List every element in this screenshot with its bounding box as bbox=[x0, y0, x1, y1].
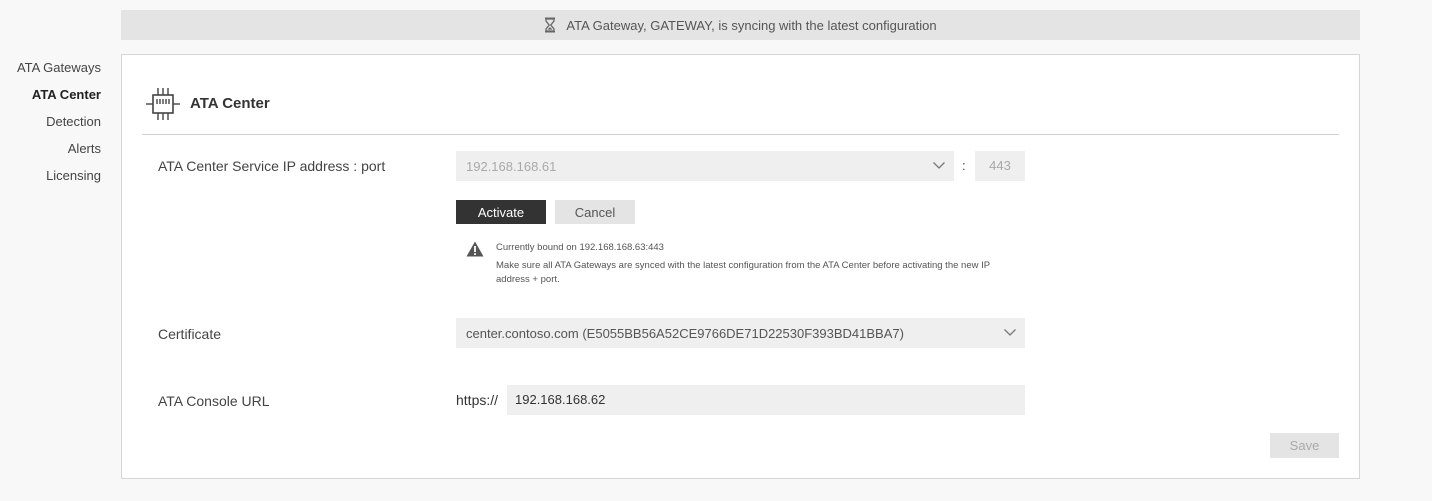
console-url-label: ATA Console URL bbox=[158, 393, 270, 409]
chevron-down-icon bbox=[932, 158, 946, 175]
save-button[interactable]: Save bbox=[1270, 433, 1339, 458]
cancel-button[interactable]: Cancel bbox=[555, 200, 635, 224]
warning-message: Currently bound on 192.168.168.63:443 Ma… bbox=[496, 241, 1026, 287]
certificate-select[interactable]: center.contoso.com (E5055BB56A52CE9766DE… bbox=[456, 318, 1025, 348]
sidebar-item-detection[interactable]: Detection bbox=[0, 112, 101, 139]
sync-warning-text: Make sure all ATA Gateways are synced wi… bbox=[496, 260, 990, 285]
ip-address-value: 192.168.168.61 bbox=[466, 158, 557, 174]
url-prefix: https:// bbox=[456, 392, 499, 408]
ip-port-separator: : bbox=[962, 158, 966, 173]
sync-banner-text: ATA Gateway, GATEWAY, is syncing with th… bbox=[566, 17, 937, 33]
hourglass-icon bbox=[544, 17, 556, 33]
panel-header: ATA Center bbox=[142, 85, 1339, 135]
warning-icon bbox=[466, 241, 484, 260]
port-input[interactable]: 443 bbox=[975, 151, 1025, 181]
activate-button[interactable]: Activate bbox=[456, 200, 546, 224]
chip-icon bbox=[144, 85, 182, 123]
sidebar-item-ata-gateways[interactable]: ATA Gateways bbox=[0, 58, 101, 85]
sync-banner: ATA Gateway, GATEWAY, is syncing with th… bbox=[121, 10, 1360, 40]
certificate-label: Certificate bbox=[158, 326, 222, 342]
sidebar-item-licensing[interactable]: Licensing bbox=[0, 166, 101, 193]
settings-sidebar: ATA Gateways ATA Center Detection Alerts… bbox=[0, 58, 101, 193]
current-binding-text: Currently bound on 192.168.168.63:443 bbox=[496, 242, 664, 253]
ata-center-panel: ATA Center ATA Center Service IP address… bbox=[121, 54, 1360, 479]
ip-port-label: ATA Center Service IP address : port bbox=[158, 158, 386, 174]
certificate-value: center.contoso.com (E5055BB56A52CE9766DE… bbox=[466, 325, 904, 341]
chevron-down-icon bbox=[1003, 325, 1017, 342]
sidebar-item-alerts[interactable]: Alerts bbox=[0, 139, 101, 166]
page-title: ATA Center bbox=[190, 95, 270, 112]
sidebar-item-ata-center[interactable]: ATA Center bbox=[0, 85, 101, 112]
console-url-input[interactable]: 192.168.168.62 bbox=[507, 385, 1025, 415]
ip-address-select[interactable]: 192.168.168.61 bbox=[456, 151, 954, 181]
